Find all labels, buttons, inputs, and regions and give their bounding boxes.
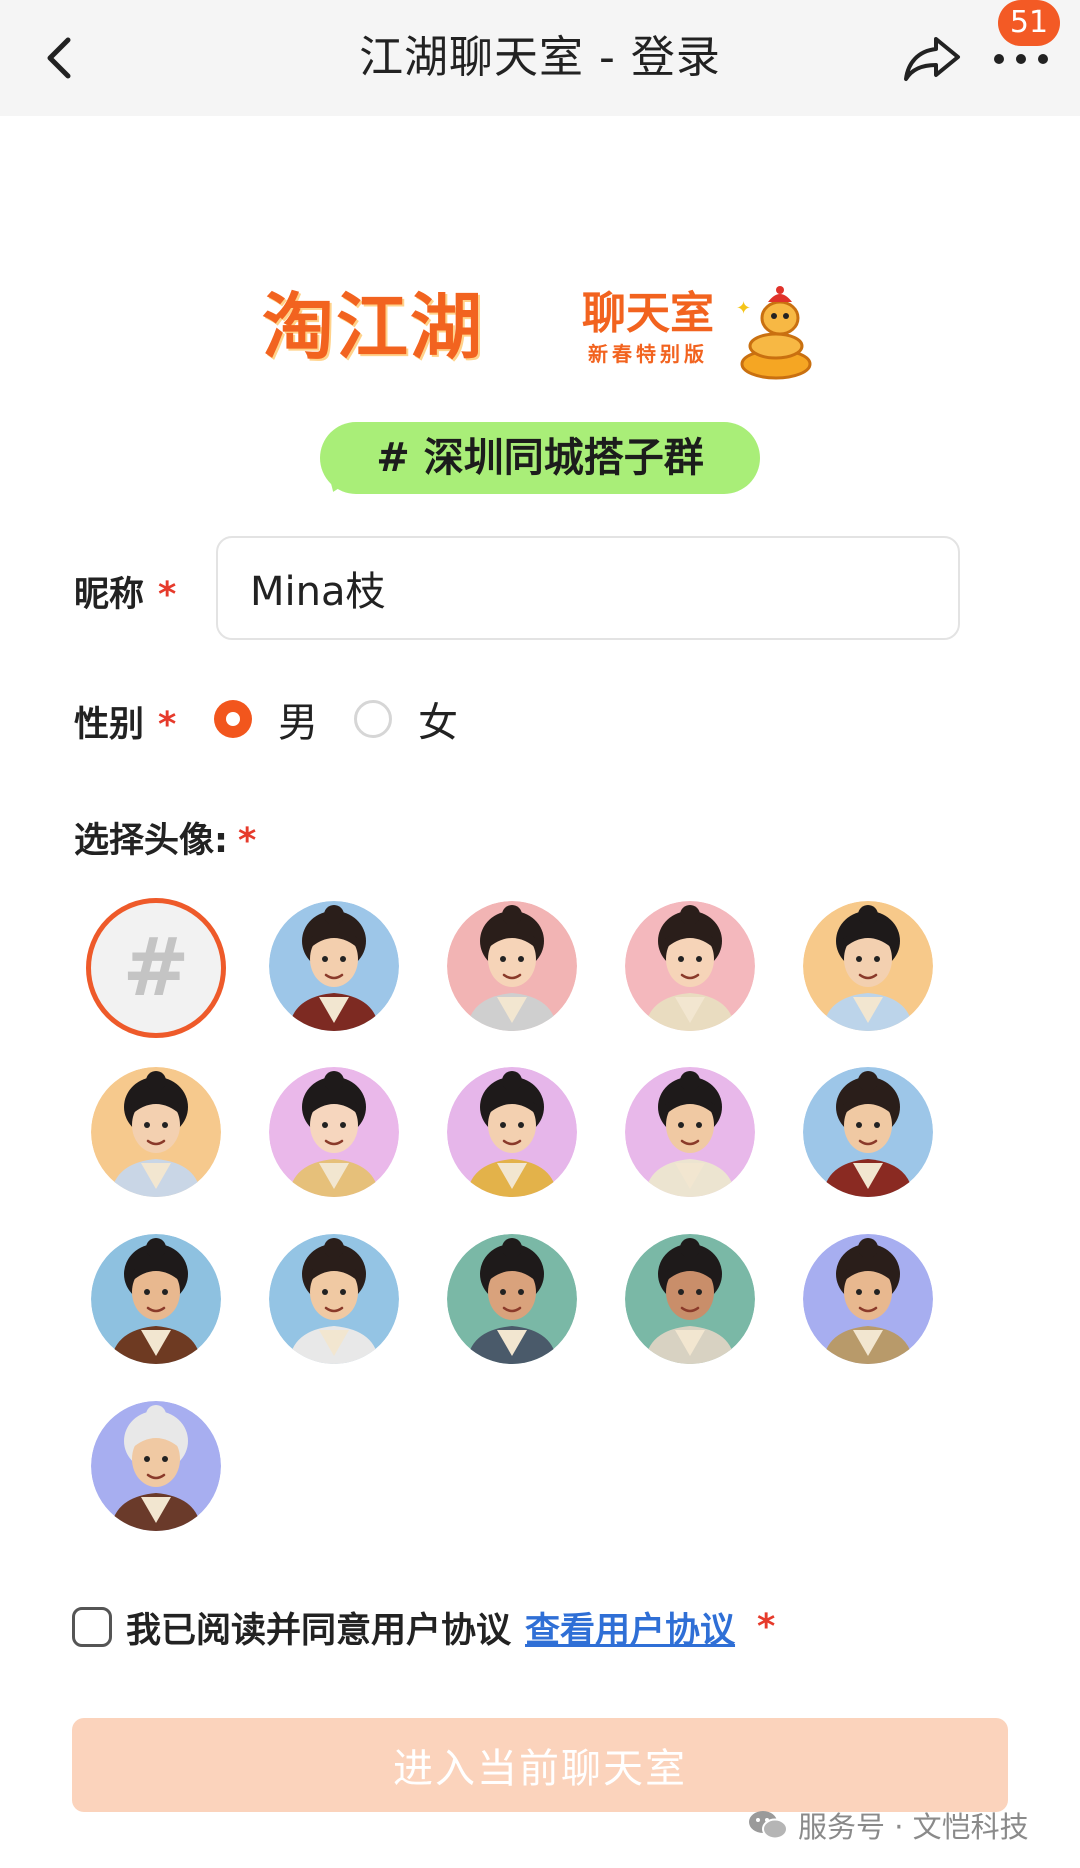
logo-edition-text: 新春特别版 — [588, 342, 708, 366]
logo-main-text: 淘江湖 — [262, 285, 485, 369]
avatar-label: 选择头像: * — [74, 812, 256, 863]
character-portrait-icon — [447, 901, 577, 1031]
character-portrait-icon — [269, 1067, 399, 1197]
avatar-option[interactable] — [447, 1067, 577, 1197]
agreement-text: 我已阅读并同意用户协议 — [126, 1610, 512, 1651]
group-tag: # 深圳同城搭子群 — [320, 422, 760, 494]
more-icon-dot — [1038, 54, 1048, 64]
watermark: 服务号 · 文恺科技 — [748, 1800, 1029, 1850]
nickname-label-text: 昵称 — [74, 575, 145, 615]
notification-badge: 51 — [998, 0, 1060, 46]
enter-chatroom-button[interactable]: 进入当前聊天室 — [72, 1718, 1008, 1812]
character-portrait-icon — [625, 1067, 755, 1197]
radio-selected-icon — [214, 700, 252, 738]
share-icon — [904, 37, 960, 81]
agreement-row: 我已阅读并同意用户协议 查看用户协议 * — [72, 1602, 775, 1652]
snake-mascot-icon: ✦ — [736, 286, 812, 380]
avatar-option[interactable] — [91, 1067, 221, 1197]
gender-radio-female[interactable]: 女 — [354, 690, 458, 748]
gender-label-text: 性别 — [74, 705, 145, 745]
gender-option-label: 女 — [418, 700, 458, 746]
required-mark: * — [238, 821, 257, 861]
avatar-option[interactable] — [91, 1401, 221, 1531]
share-button[interactable] — [896, 26, 968, 90]
page-title: 江湖聊天室 - 登录 — [359, 32, 721, 83]
avatar-option[interactable] — [269, 1067, 399, 1197]
avatar-option[interactable] — [625, 1067, 755, 1197]
nickname-input[interactable] — [216, 536, 960, 640]
avatar-option[interactable] — [625, 901, 755, 1031]
nickname-label: 昵称 * — [74, 566, 176, 617]
required-mark: * — [757, 1607, 776, 1647]
character-portrait-icon — [269, 1234, 399, 1364]
back-button[interactable] — [30, 30, 86, 86]
required-mark: * — [158, 705, 177, 745]
gender-option-label: 男 — [278, 700, 318, 746]
avatar-option[interactable] — [447, 901, 577, 1031]
more-icon-dot — [1016, 54, 1026, 64]
app-logo: 淘江湖 聊天室 新春特别版 ✦ — [262, 276, 822, 386]
character-portrait-icon — [625, 901, 755, 1031]
character-portrait-icon — [91, 1234, 221, 1364]
character-portrait-icon — [803, 901, 933, 1031]
avatar-option[interactable] — [269, 901, 399, 1031]
avatar-option[interactable] — [269, 1234, 399, 1364]
back-icon — [47, 37, 71, 79]
wechat-icon — [749, 1811, 788, 1840]
avatar-option[interactable] — [803, 901, 933, 1031]
navigation-bar: 江湖聊天室 - 登录 51 — [0, 0, 1080, 116]
character-portrait-icon — [91, 1401, 221, 1531]
avatar-option[interactable] — [803, 1234, 933, 1364]
gender-label: 性别 * — [74, 696, 176, 747]
watermark-text: 服务号 · 文恺科技 — [798, 1810, 1029, 1844]
character-portrait-icon — [447, 1067, 577, 1197]
avatar-option[interactable] — [625, 1234, 755, 1364]
radio-unselected-icon — [354, 700, 392, 738]
character-portrait-icon — [803, 1234, 933, 1364]
character-portrait-icon — [269, 901, 399, 1031]
svg-text:✦: ✦ — [736, 298, 751, 319]
required-mark: * — [158, 575, 177, 615]
hash-icon: # — [122, 921, 190, 1014]
character-portrait-icon — [447, 1234, 577, 1364]
logo-sub-text: 聊天室 — [582, 288, 714, 339]
avatar-label-text: 选择头像: — [74, 821, 228, 861]
avatar-option-default[interactable]: # — [86, 898, 226, 1038]
gender-radio-male[interactable]: 男 — [214, 690, 318, 748]
more-icon — [994, 54, 1004, 64]
character-portrait-icon — [803, 1067, 933, 1197]
character-portrait-icon — [625, 1234, 755, 1364]
view-agreement-link[interactable]: 查看用户协议 — [525, 1602, 735, 1653]
avatar-option[interactable] — [447, 1234, 577, 1364]
avatar-option[interactable] — [803, 1067, 933, 1197]
avatar-option[interactable] — [91, 1234, 221, 1364]
character-portrait-icon — [91, 1067, 221, 1197]
agreement-checkbox[interactable] — [72, 1607, 112, 1647]
